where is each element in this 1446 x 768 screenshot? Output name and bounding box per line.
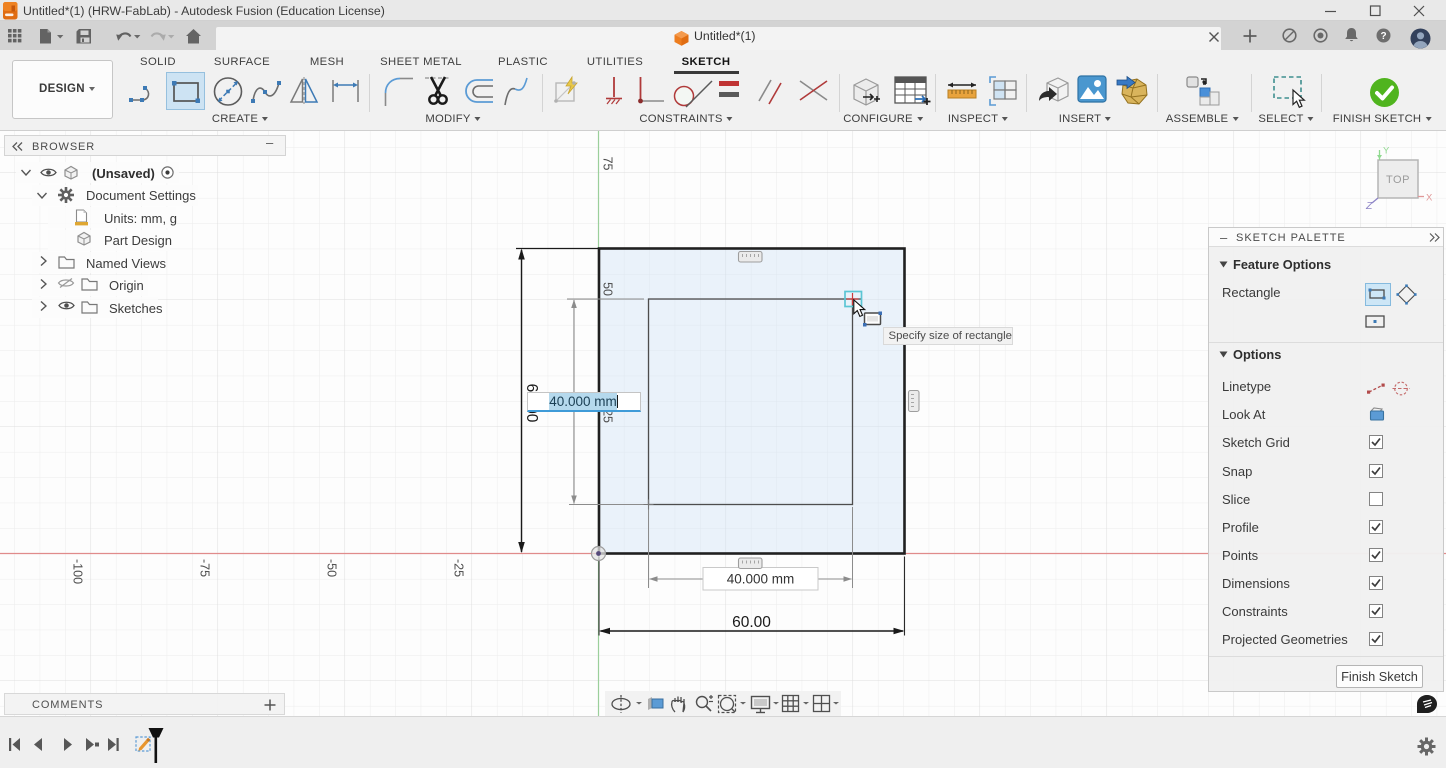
svg-text:TOP: TOP [1386, 174, 1410, 186]
svg-text:-25: -25 [452, 559, 466, 577]
svg-text:Z: Z [1365, 200, 1373, 212]
svg-text:40.000 mm: 40.000 mm [727, 572, 795, 587]
svg-text:50: 50 [601, 282, 615, 296]
svg-text:X: X [1426, 193, 1433, 204]
svg-text:-50: -50 [325, 559, 339, 577]
svg-text:60.00: 60.00 [732, 614, 771, 631]
svg-text:-100: -100 [71, 559, 85, 584]
svg-text:75: 75 [601, 157, 615, 171]
svg-text:?: ? [1380, 31, 1386, 42]
svg-text:-75: -75 [198, 559, 212, 577]
svg-text:Y: Y [1383, 146, 1390, 157]
